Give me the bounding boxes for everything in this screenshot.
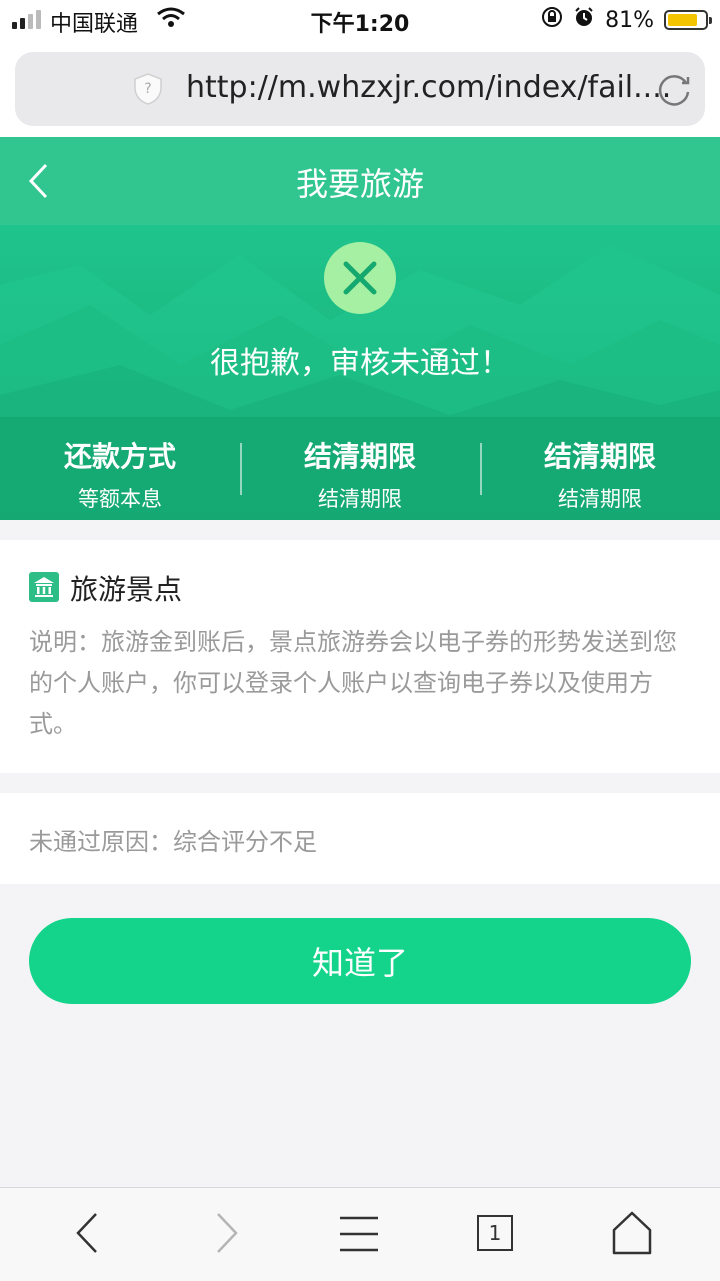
term-repayment: 还款方式 等额本息	[0, 417, 240, 520]
battery-icon	[664, 10, 712, 30]
term-label: 还款方式	[63, 440, 176, 473]
acknowledge-button[interactable]: 知道了	[29, 918, 691, 1004]
tabs-button[interactable]: 1	[477, 1215, 513, 1251]
term-settlement: 结清期限 结清期限	[240, 417, 480, 520]
address-bar[interactable]: ? http://m.whzxjr.com/index/fail....	[15, 52, 705, 126]
reload-icon[interactable]	[655, 71, 693, 113]
menu-icon[interactable]	[339, 1216, 379, 1256]
attraction-card: 旅游景点 说明：旅游金到账后，景点旅游券会以电子券的形势发送到您的个人账户，你可…	[0, 540, 720, 773]
signal-icon	[12, 10, 41, 29]
page-header: 我要旅游	[0, 137, 720, 225]
alarm-icon	[573, 6, 595, 34]
carrier-name: 中国联通	[50, 12, 139, 37]
orientation-lock-icon	[541, 6, 563, 34]
term-value: 结清期限	[558, 487, 642, 511]
term-value: 等额本息	[78, 487, 162, 511]
nav-back-icon[interactable]	[72, 1210, 104, 1260]
term-label: 结清期限	[543, 440, 656, 473]
result-banner: 很抱歉，审核未通过！ 还款方式 等额本息 结清期限 结清期限 结清期限 结清期限	[0, 225, 720, 520]
page-title: 我要旅游	[295, 165, 424, 203]
browser-toolbar: 1	[0, 1187, 720, 1281]
section-description: 说明：旅游金到账后，景点旅游券会以电子券的形势发送到您的个人账户，你可以登录个人…	[29, 628, 677, 738]
nav-forward-icon[interactable]	[210, 1210, 242, 1260]
status-bar: 中国联通 下午1:20 81%	[0, 0, 720, 40]
section-title: 旅游景点	[70, 573, 183, 606]
battery-percent: 81%	[605, 7, 654, 33]
landmark-icon	[29, 572, 59, 606]
rejection-reason: 未通过原因：综合评分不足	[29, 828, 317, 856]
term-label: 结清期限	[303, 440, 416, 473]
term-divider	[240, 443, 242, 495]
wifi-icon	[156, 6, 186, 34]
svg-text:?: ?	[144, 81, 151, 97]
fail-message: 很抱歉，审核未通过！	[210, 346, 510, 381]
security-shield-icon[interactable]: ?	[133, 72, 163, 110]
home-icon[interactable]	[611, 1210, 653, 1260]
reason-card: 未通过原因：综合评分不足	[0, 793, 720, 884]
loan-terms: 还款方式 等额本息 结清期限 结清期限 结清期限 结清期限	[0, 417, 720, 520]
term-settlement-2: 结清期限 结清期限	[480, 417, 720, 520]
term-value: 结清期限	[318, 487, 402, 511]
browser-address-area: ? http://m.whzxjr.com/index/fail....	[0, 40, 720, 137]
url-text[interactable]: http://m.whzxjr.com/index/fail....	[186, 70, 671, 105]
term-divider	[480, 443, 482, 495]
fail-icon	[324, 242, 396, 314]
